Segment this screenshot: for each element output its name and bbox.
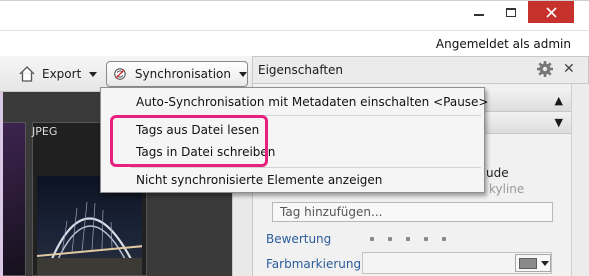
add-tag-input[interactable]: Tag hinzufügen... bbox=[272, 202, 553, 222]
color-label-label: Farbmarkierung bbox=[266, 257, 362, 271]
rating-label: Bewertung bbox=[266, 232, 332, 246]
account-bar: Angemeldet als admin bbox=[0, 30, 589, 56]
rating-dot[interactable] bbox=[424, 237, 428, 241]
close-panel-icon[interactable]: ✕ bbox=[563, 61, 575, 77]
chevron-down-icon bbox=[541, 260, 549, 266]
rating-dot[interactable] bbox=[388, 237, 392, 241]
maximize-button[interactable] bbox=[497, 1, 525, 23]
synchronisation-label: Synchronisation bbox=[134, 67, 231, 81]
rating-dot[interactable] bbox=[370, 237, 374, 241]
highlight-frame bbox=[110, 115, 268, 167]
chevron-down-icon bbox=[89, 71, 98, 77]
chevron-down-icon bbox=[239, 71, 247, 77]
menu-separator bbox=[131, 167, 481, 168]
close-icon bbox=[545, 6, 557, 18]
close-window-button[interactable] bbox=[528, 1, 574, 23]
metadata-partial-text: ude bbox=[486, 166, 509, 180]
rating-stars[interactable] bbox=[370, 237, 446, 241]
menu-item-auto-sync[interactable]: Auto-Synchronisation mit Metadaten einsc… bbox=[136, 95, 489, 109]
metadata-partial-text: kyline bbox=[489, 182, 525, 196]
window-titlebar bbox=[0, 0, 589, 30]
properties-title: Eigenschaften bbox=[258, 63, 344, 77]
color-swatch bbox=[519, 257, 537, 269]
file-format-label: JPEG bbox=[32, 125, 58, 138]
export-button[interactable]: Export bbox=[18, 61, 98, 87]
minimize-icon bbox=[474, 14, 484, 16]
color-label-dropdown[interactable] bbox=[515, 254, 551, 272]
maximize-icon bbox=[506, 7, 516, 17]
chevron-down-icon: ▼ bbox=[554, 116, 563, 129]
chevron-up-icon: ▲ bbox=[554, 94, 563, 107]
rating-dot[interactable] bbox=[406, 237, 410, 241]
sync-off-icon bbox=[114, 68, 126, 80]
rating-dot[interactable] bbox=[442, 237, 446, 241]
minimize-button[interactable] bbox=[465, 1, 493, 23]
gear-icon[interactable] bbox=[536, 60, 554, 78]
menu-item-show-unsynced[interactable]: Nicht synchronisierte Elemente anzeigen bbox=[136, 173, 382, 187]
export-label: Export bbox=[42, 67, 82, 81]
synchronisation-button[interactable]: Synchronisation bbox=[106, 61, 248, 87]
thumbnail-card[interactable] bbox=[0, 122, 26, 276]
properties-header: Eigenschaften ✕ bbox=[252, 56, 589, 84]
properties-scrollbar[interactable] bbox=[571, 84, 589, 276]
logged-in-status: Angemeldet als admin bbox=[435, 37, 571, 51]
thumbnail-edge bbox=[0, 92, 3, 276]
add-tag-placeholder: Tag hinzufügen... bbox=[280, 205, 383, 219]
export-house-icon bbox=[19, 66, 35, 82]
